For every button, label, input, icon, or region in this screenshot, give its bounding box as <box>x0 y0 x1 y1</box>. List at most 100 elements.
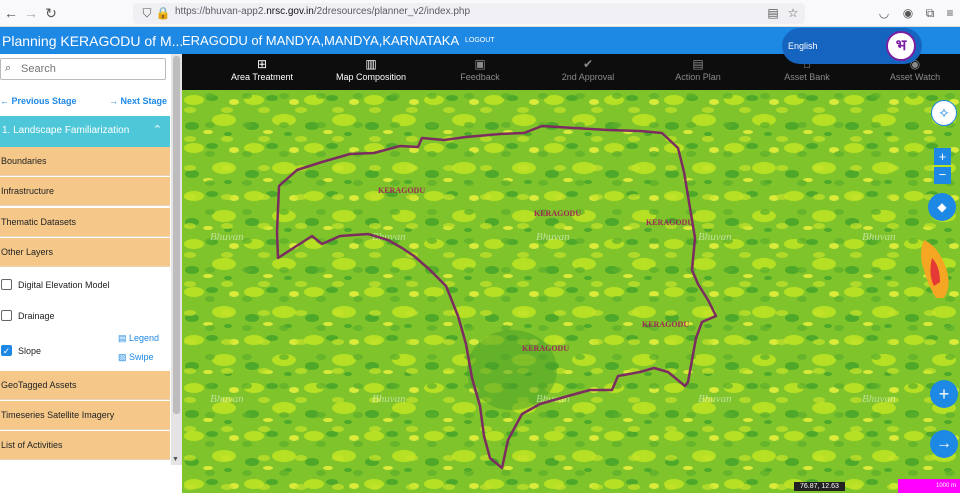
arrow-right-icon[interactable]: → <box>930 430 958 458</box>
swipe-label: Swipe <box>129 352 154 362</box>
village-label: KERAGODU <box>522 344 570 353</box>
reader-view-icon[interactable]: ▤ <box>765 5 781 21</box>
feedback-icon: ▣ <box>474 57 486 71</box>
save-icon: ▤ <box>692 57 704 71</box>
dem-checkbox[interactable] <box>1 279 12 290</box>
chevron-up-icon: ⌃ <box>152 124 162 136</box>
slope-raster: Bhuvan Bhuvan Bhuvan Bhuvan Bhuvan Bhuvan Bhu… <box>182 90 960 493</box>
add-button[interactable]: + <box>930 380 958 408</box>
tool-label: Asset Bank <box>784 72 830 82</box>
lock-icon[interactable]: 🔒 <box>155 5 171 21</box>
reload-icon[interactable]: ↻ <box>42 4 60 22</box>
svg-text:Bhuvan: Bhuvan <box>862 231 896 243</box>
next-stage-label: Next Stage <box>120 96 168 106</box>
tool-label: Asset Watch <box>889 72 941 82</box>
legend-icon: ▤ <box>118 333 127 343</box>
map-icon: ▥ <box>365 57 377 71</box>
language-label: English <box>788 41 818 51</box>
search-box[interactable]: ⌕ <box>0 58 166 80</box>
tool-area-treatment[interactable]: ⊞ Area Treatment <box>212 56 312 82</box>
drainage-checkbox[interactable] <box>1 310 12 321</box>
menu-icon[interactable]: ≡ <box>942 5 958 21</box>
extensions-icon[interactable]: ⧉ <box>922 5 938 21</box>
category-thematic-datasets[interactable]: Thematic Datasets <box>0 208 170 237</box>
layers-icon[interactable]: ◆ <box>928 193 956 221</box>
account-icon[interactable]: ◉ <box>900 5 916 21</box>
village-label: KERAGODU <box>378 186 426 195</box>
tool-label: Action Plan <box>675 72 721 82</box>
logout-link[interactable]: LOGOUT <box>465 37 495 44</box>
svg-text:Bhuvan: Bhuvan <box>698 393 732 405</box>
village-label: KERAGODU <box>642 320 690 329</box>
tool-action-plan[interactable]: ▤ Action Plan <box>648 56 748 82</box>
browser-toolbar: ← → ↻ ⛉ 🔒 https://bhuvan-app2.nrsc.gov.i… <box>0 0 960 27</box>
address-bar[interactable]: ⛉ 🔒 https://bhuvan-app2.nrsc.gov.in/2dre… <box>133 3 805 24</box>
pocket-icon[interactable]: ◡ <box>876 5 892 21</box>
svg-text:Bhuvan: Bhuvan <box>210 393 244 405</box>
tool-label: Map Composition <box>335 72 407 82</box>
back-icon[interactable]: ← <box>2 4 20 22</box>
zoom-in-button[interactable]: + <box>934 148 951 165</box>
search-input[interactable] <box>21 61 161 77</box>
category-label: Thematic Datasets <box>1 217 77 227</box>
scrollbar-thumb[interactable] <box>173 56 180 414</box>
category-label: Other Layers <box>1 247 54 257</box>
tool-map-composition[interactable]: ▥ Map Composition <box>321 56 421 82</box>
svg-text:Bhuvan: Bhuvan <box>372 393 406 405</box>
layer-row-dem: Digital Elevation Model <box>0 268 170 299</box>
layer-label: Drainage <box>18 311 55 321</box>
tool-feedback[interactable]: ▣ Feedback <box>430 56 530 82</box>
sidebar-scrollbar[interactable]: ▼ <box>171 54 182 465</box>
scroll-down-icon[interactable]: ▼ <box>172 456 179 463</box>
tool-label: 2nd Approval <box>561 72 615 82</box>
swipe-link[interactable]: ▧ Swipe <box>118 352 154 363</box>
category-infrastructure[interactable]: Infrastructure <box>0 177 170 206</box>
zoom-out-button[interactable]: − <box>934 167 951 184</box>
language-selector[interactable]: English भ <box>782 28 922 64</box>
layer-row-slope: ✓ Slope ▤ Legend ▧ Swipe <box>0 330 170 371</box>
legend-label: Legend <box>129 333 160 343</box>
village-label: KERAGODU <box>646 218 694 227</box>
section-landscape-familiarization[interactable]: 1. Landscape Familiarization ⌃ <box>0 116 170 147</box>
shield-icon[interactable]: ⛉ <box>139 5 155 21</box>
category-timeseries-imagery[interactable]: Timeseries Satellite Imagery <box>0 401 170 430</box>
scale-bar: 1000 m <box>898 479 960 493</box>
check-circle-icon: ✔ <box>582 57 594 71</box>
compass-icon[interactable]: ✧ <box>931 100 957 126</box>
url-text[interactable]: https://bhuvan-app2.nrsc.gov.in/2dresour… <box>175 6 470 17</box>
tool-label: Feedback <box>460 72 500 82</box>
svg-text:Bhuvan: Bhuvan <box>210 231 244 243</box>
category-list-of-activities[interactable]: List of Activities <box>0 431 170 460</box>
layer-label: Slope <box>18 346 42 356</box>
legend-link[interactable]: ▤ Legend <box>118 333 159 344</box>
page-title: ERAGODU of MANDYA,MANDYA,KARNATAKA <box>182 33 460 48</box>
sidebar-title: Planning KERAGODU of M... <box>2 33 184 49</box>
svg-text:Bhuvan: Bhuvan <box>862 393 896 405</box>
forward-icon[interactable]: → <box>22 4 40 22</box>
category-label: Infrastructure <box>1 186 55 196</box>
tool-label: Area Treatment <box>230 72 294 82</box>
layer-label: Digital Elevation Model <box>18 280 110 290</box>
layer-row-drainage: Drainage <box>0 299 170 330</box>
slope-checkbox[interactable]: ✓ <box>1 345 12 356</box>
category-other-layers[interactable]: Other Layers <box>0 238 170 267</box>
category-boundaries[interactable]: Boundaries <box>0 147 170 176</box>
bookmark-star-icon[interactable]: ☆ <box>785 5 801 21</box>
svg-text:Bhuvan: Bhuvan <box>536 231 570 243</box>
map-view[interactable]: Bhuvan Bhuvan Bhuvan Bhuvan Bhuvan Bhuvan Bhu… <box>182 90 960 493</box>
category-label: Timeseries Satellite Imagery <box>1 410 115 420</box>
plus-square-icon: ⊞ <box>256 57 268 71</box>
section-label: 1. Landscape Familiarization <box>2 125 130 136</box>
search-icon: ⌕ <box>5 62 12 74</box>
next-stage-link[interactable]: → Next Stage <box>109 96 167 106</box>
tool-2nd-approval[interactable]: ✔ 2nd Approval <box>538 56 638 82</box>
coordinate-readout: 76.87, 12.63 <box>794 482 845 491</box>
previous-stage-link[interactable]: ← Previous Stage <box>0 96 77 106</box>
category-label: GeoTagged Assets <box>1 380 77 390</box>
category-geotagged-assets[interactable]: GeoTagged Assets <box>0 371 170 400</box>
bhuvan-logo: भ <box>886 31 916 61</box>
layer-sidebar: ⌕ ← Previous Stage → Next Stage 1. Lands… <box>0 54 182 493</box>
swipe-icon: ▧ <box>118 352 127 362</box>
village-label: KERAGODU <box>534 209 582 218</box>
category-label: List of Activities <box>1 440 63 450</box>
